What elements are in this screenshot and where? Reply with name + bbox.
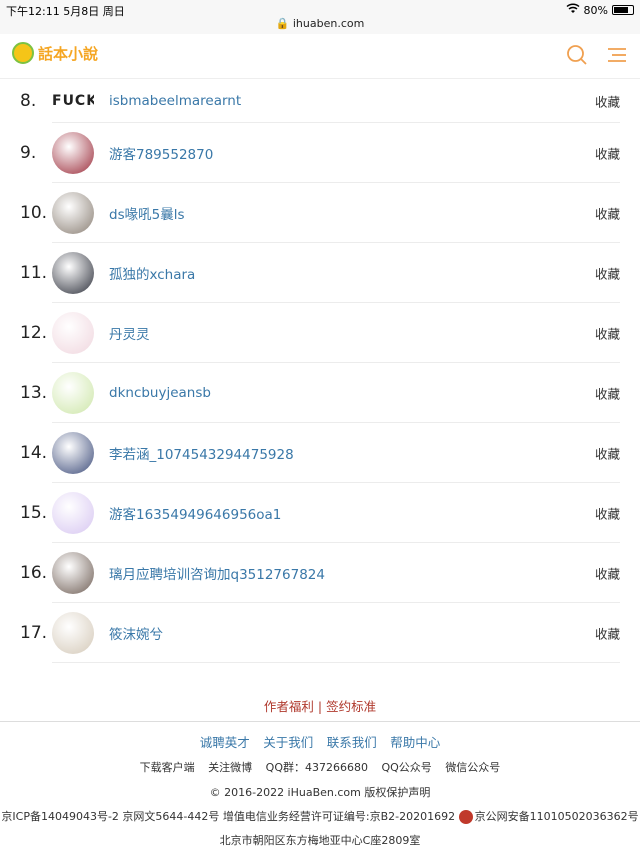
avatar[interactable] [52, 431, 94, 474]
favorite-button[interactable]: 收藏 [595, 263, 620, 282]
list-item[interactable]: 10. ds喙吼5曩ls 收藏 [20, 183, 620, 243]
user-name[interactable]: 璃月应聘培训咨询加q3512767824 [109, 563, 325, 583]
list-item[interactable]: 13. dkncbuyjeansb 收藏 [20, 363, 620, 423]
avatar[interactable] [52, 251, 94, 294]
rank-number: 17. [20, 622, 48, 643]
list-item[interactable]: 9. 游客789552870 收藏 [20, 123, 620, 183]
avatar[interactable] [52, 611, 94, 654]
footer-links: 诚聘英才 关于我们 联系我们 帮助中心 [0, 732, 640, 751]
favorite-button[interactable]: 收藏 [595, 503, 620, 522]
user-name[interactable]: 孤独的xchara [109, 263, 195, 283]
police-record[interactable]: 京公网安备11010502036362号 [475, 810, 639, 823]
rank-number: 9. [20, 142, 37, 163]
list-item[interactable]: 15. 游客16354949646956oa1 收藏 [20, 483, 620, 543]
list-item[interactable]: 11. 孤独的xchara 收藏 [20, 243, 620, 303]
police-badge-icon [458, 810, 473, 824]
list-item[interactable]: 17. 筱沫婉兮 收藏 [20, 603, 620, 663]
rank-number: 15. [20, 502, 48, 523]
rank-number: 12. [20, 322, 48, 343]
site-logo[interactable]: 話本小說 [12, 42, 98, 64]
url-text: ihuaben.com [292, 17, 365, 30]
favorite-button[interactable]: 收藏 [595, 323, 620, 342]
favorite-button[interactable]: 收藏 [595, 443, 620, 462]
favorite-button[interactable]: 收藏 [595, 623, 620, 642]
avatar[interactable] [52, 131, 94, 174]
footer-link[interactable]: 帮助中心 [390, 735, 440, 750]
status-right: 80% [566, 3, 634, 17]
site-footer: 诚聘英才 关于我们 联系我们 帮助中心 下载客户端 关注微博 QQ群：43726… [0, 721, 640, 854]
footer-row-social: 下载客户端 关注微博 QQ群：437266680 QQ公众号 微信公众号 [0, 759, 640, 775]
user-name[interactable]: 游客789552870 [109, 143, 213, 163]
footer-link[interactable]: 关于我们 [263, 735, 313, 750]
favorite-button[interactable]: 收藏 [595, 143, 620, 162]
qq-group: QQ群：437266680 [265, 761, 368, 774]
rank-number: 13. [20, 382, 48, 403]
user-name[interactable]: 丹灵灵 [109, 323, 150, 343]
user-name[interactable]: 李若涵_1074543294475928 [109, 443, 294, 463]
rank-number: 10. [20, 202, 48, 223]
weibo-link[interactable]: 关注微博 [208, 761, 252, 774]
avatar[interactable] [52, 551, 94, 594]
wechat-account-link[interactable]: 微信公众号 [445, 761, 500, 774]
battery-percent: 80% [583, 3, 608, 17]
download-client-link[interactable]: 下载客户端 [140, 761, 195, 774]
rank-list: 8. FUCK isbmabeelmarearnt 收藏 9. 游客7895528… [0, 80, 640, 663]
logo-text: 話本小說 [38, 44, 99, 63]
user-name[interactable]: ds喙吼5曩ls [109, 203, 184, 223]
address: 北京市朝阳区东方梅地亚中心C座2809室 [219, 834, 421, 847]
author-links[interactable]: 作者福利 | 签约标准 [0, 696, 640, 715]
rank-number: 11. [20, 262, 48, 283]
avatar[interactable] [52, 191, 94, 234]
menu-icon[interactable] [606, 44, 628, 70]
favorite-button[interactable]: 收藏 [595, 92, 620, 111]
list-item[interactable]: 12. 丹灵灵 收藏 [20, 303, 620, 363]
qq-account-link[interactable]: QQ公众号 [381, 761, 431, 774]
avatar[interactable] [52, 491, 94, 534]
list-item[interactable]: 8. FUCK isbmabeelmarearnt 收藏 [20, 80, 620, 123]
avatar[interactable]: FUCK [52, 92, 94, 110]
list-item[interactable]: 16. 璃月应聘培训咨询加q3512767824 收藏 [20, 543, 620, 603]
rank-number: 16. [20, 562, 48, 583]
status-bar: 下午12:11 5月8日 周日 🔒 ihuaben.com 80% [0, 0, 640, 34]
favorite-button[interactable]: 收藏 [595, 203, 620, 222]
list-item[interactable]: 14. 李若涵_1074543294475928 收藏 [20, 423, 620, 483]
copyright: © 2016-2022 iHuaBen.com 版权保护声明 [209, 786, 431, 799]
favorite-button[interactable]: 收藏 [595, 563, 620, 582]
header-icons [566, 44, 628, 70]
battery-icon [612, 5, 634, 15]
avatar[interactable] [52, 371, 94, 414]
user-name[interactable]: dkncbuyjeansb [109, 385, 211, 401]
site-header: 話本小說 [0, 34, 640, 79]
wifi-icon [566, 3, 580, 17]
favorite-button[interactable]: 收藏 [595, 383, 620, 402]
footer-link[interactable]: 联系我们 [327, 735, 377, 750]
rank-number: 14. [20, 442, 48, 463]
logo-mascot-icon [12, 42, 34, 64]
user-name[interactable]: 游客16354949646956oa1 [109, 503, 281, 523]
icp-license: 京ICP备14049043号-2 京网文5644-442号 增值电信业务经营许可… [1, 810, 456, 823]
avatar[interactable] [52, 311, 94, 354]
license-row: 京ICP备14049043号-2 京网文5644-442号 增值电信业务经营许可… [0, 808, 640, 824]
user-name[interactable]: 筱沫婉兮 [109, 623, 163, 643]
user-name[interactable]: isbmabeelmarearnt [109, 93, 241, 109]
footer-link[interactable]: 诚聘英才 [200, 735, 250, 750]
search-icon[interactable] [566, 44, 588, 70]
rank-number: 8. [20, 91, 37, 111]
url-bar[interactable]: 🔒 ihuaben.com [0, 17, 640, 30]
